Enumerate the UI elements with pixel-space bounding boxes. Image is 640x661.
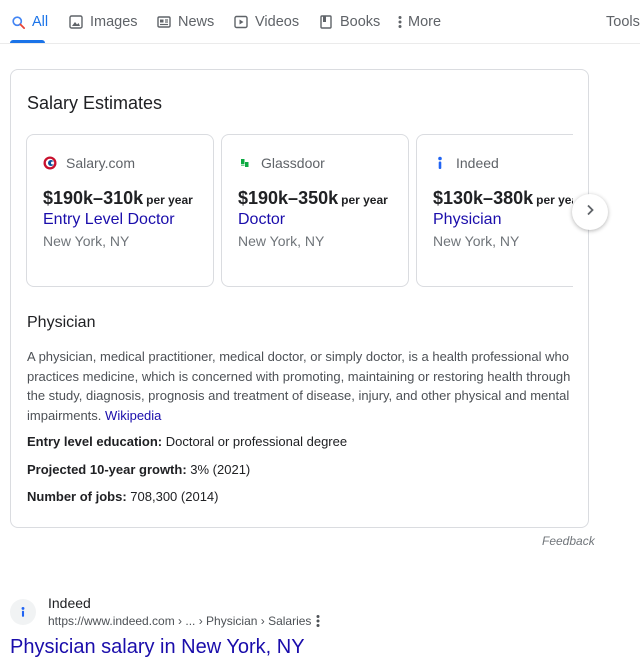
tab-all[interactable]: All bbox=[10, 12, 48, 32]
result-url: https://www.indeed.com › ... › Physician… bbox=[48, 614, 312, 628]
image-icon bbox=[68, 14, 84, 30]
book-icon bbox=[318, 14, 334, 30]
source-name: Glassdoor bbox=[261, 155, 325, 171]
tab-label: Images bbox=[90, 14, 138, 30]
fact-label: Projected 10-year growth: bbox=[27, 462, 187, 477]
result-title-link[interactable]: Physician salary in New York, NY bbox=[10, 636, 305, 659]
fact-label: Number of jobs: bbox=[27, 489, 127, 504]
salary-estimate-card[interactable]: Indeed $130k–380kper year Physician New … bbox=[416, 134, 573, 287]
tab-videos[interactable]: Videos bbox=[233, 12, 299, 32]
salary-com-logo-icon bbox=[43, 156, 57, 170]
indeed-logo-icon bbox=[433, 156, 447, 170]
range-period: per year bbox=[146, 193, 193, 207]
result-more-options-icon[interactable] bbox=[313, 612, 323, 630]
carousel-next-button[interactable] bbox=[572, 194, 608, 230]
range-value: $190k–350k bbox=[238, 188, 339, 208]
search-tabs: All Images News Videos Books More Tools bbox=[0, 0, 640, 44]
salary-estimate-card[interactable]: Salary.com $190k–310k per year Entry Leve… bbox=[26, 134, 214, 287]
salary-range: $190k–310k per year bbox=[43, 188, 193, 209]
fact-label: Entry level education: bbox=[27, 434, 163, 449]
wikipedia-link[interactable]: Wikipedia bbox=[105, 408, 161, 423]
active-tab-indicator bbox=[10, 40, 45, 43]
chevron-right-icon bbox=[584, 203, 596, 221]
tab-label: Books bbox=[340, 14, 381, 30]
fact-value: 708,300 (2014) bbox=[130, 489, 219, 504]
tab-images[interactable]: Images bbox=[68, 12, 138, 32]
fact-value: Doctoral or professional degree bbox=[165, 434, 348, 449]
job-title-link[interactable]: Doctor bbox=[238, 211, 285, 229]
tools-label: Tools bbox=[606, 14, 640, 30]
estimate-source: Indeed bbox=[433, 155, 499, 171]
tab-label: All bbox=[32, 14, 49, 30]
tab-books[interactable]: Books bbox=[318, 12, 380, 32]
video-icon bbox=[233, 14, 249, 30]
fact-entry-level-education: Entry level education: Doctoral or profe… bbox=[27, 434, 347, 449]
salary-range: $130k–380kper year bbox=[433, 188, 573, 209]
salary-estimates-card: Salary Estimates Salary.com $190k–310k pe… bbox=[10, 69, 589, 528]
search-icon bbox=[10, 14, 26, 30]
range-period: per year bbox=[341, 193, 388, 207]
tools-button[interactable]: Tools bbox=[606, 12, 640, 32]
range-value: $190k–310k bbox=[43, 188, 144, 208]
job-location: New York, NY bbox=[43, 233, 130, 249]
range-period: per year bbox=[536, 193, 573, 207]
occupation-description: A physician, medical practitioner, medic… bbox=[27, 347, 577, 425]
card-title: Salary Estimates bbox=[27, 93, 163, 113]
indeed-favicon-icon bbox=[10, 599, 36, 625]
news-icon bbox=[156, 14, 172, 30]
estimate-source: Salary.com bbox=[43, 155, 135, 171]
source-name: Salary.com bbox=[66, 155, 135, 171]
tab-label: More bbox=[408, 14, 442, 30]
source-name: Indeed bbox=[456, 155, 499, 171]
more-vert-icon bbox=[396, 14, 404, 30]
glassdoor-logo-icon bbox=[238, 156, 252, 170]
salary-range: $190k–350k per year bbox=[238, 188, 388, 209]
salary-carousel: Salary.com $190k–310k per year Entry Leve… bbox=[26, 134, 573, 288]
fact-number-of-jobs: Number of jobs: 708,300 (2014) bbox=[27, 489, 218, 504]
fact-projected-growth: Projected 10-year growth: 3% (2021) bbox=[27, 462, 250, 477]
salary-estimate-card[interactable]: Glassdoor $190k–350k per year Doctor New … bbox=[221, 134, 409, 287]
job-location: New York, NY bbox=[433, 233, 520, 249]
job-location: New York, NY bbox=[238, 233, 325, 249]
range-value: $130k–380k bbox=[433, 188, 534, 208]
tab-more[interactable]: More bbox=[396, 12, 441, 32]
tab-label: News bbox=[178, 14, 215, 30]
tab-label: Videos bbox=[255, 14, 300, 30]
result-site-name: Indeed bbox=[48, 595, 91, 611]
feedback-link[interactable]: Feedback bbox=[542, 534, 595, 548]
occupation-title: Physician bbox=[27, 314, 96, 331]
job-title-link[interactable]: Entry Level Doctor bbox=[43, 211, 175, 229]
job-title-link[interactable]: Physician bbox=[433, 211, 501, 229]
fact-value: 3% (2021) bbox=[190, 462, 251, 477]
estimate-source: Glassdoor bbox=[238, 155, 325, 171]
tab-news[interactable]: News bbox=[156, 12, 214, 32]
